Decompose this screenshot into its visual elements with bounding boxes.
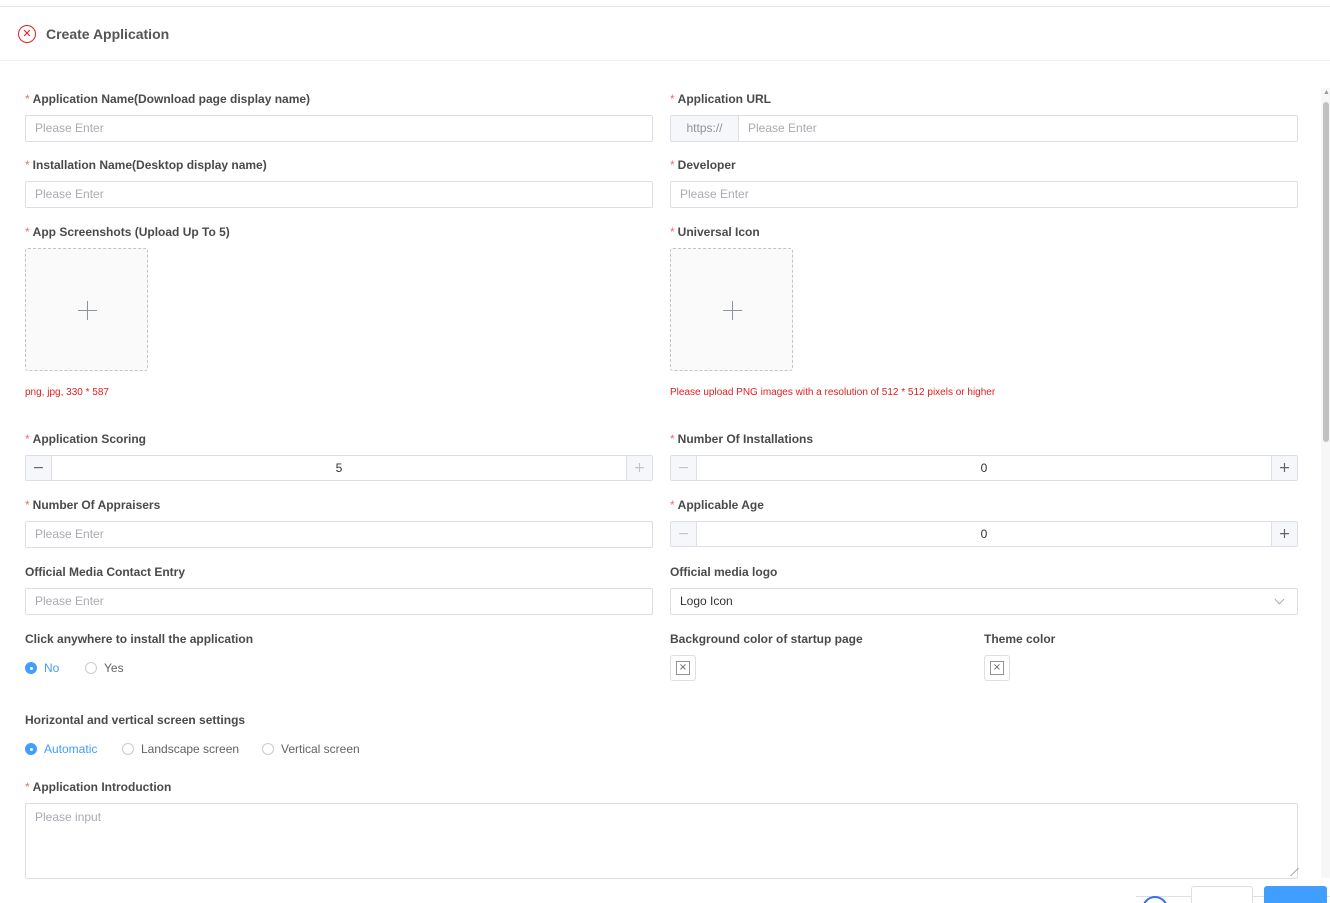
app-url-input[interactable]: Please Enter [738, 115, 1298, 142]
universal-icon-hint: Please upload PNG images with a resoluti… [670, 387, 996, 398]
url-prefix: https:// [670, 115, 738, 142]
developer-input[interactable]: Please Enter [670, 181, 1298, 208]
orientation-radio-vertical[interactable]: Vertical screen [262, 742, 360, 756]
introduction-textarea[interactable]: Please input [25, 803, 1299, 879]
scoring-label: * Application Scoring [25, 432, 147, 446]
introduction-label: * Application Introduction [25, 780, 172, 794]
universal-icon-label: * Universal Icon [670, 225, 760, 239]
dialog-header: ✕ Create Application [0, 7, 1330, 61]
scoring-increase-button[interactable]: + [626, 456, 652, 480]
media-contact-input[interactable]: Please Enter [25, 588, 653, 615]
app-url-label: * Application URL [670, 92, 771, 106]
chevron-down-icon [1274, 594, 1285, 605]
scoring-value[interactable]: 5 [52, 456, 626, 480]
confirm-button[interactable] [1264, 886, 1327, 903]
empty-color-icon: × [676, 661, 690, 675]
age-value[interactable]: 0 [697, 522, 1271, 546]
installations-label: * Number Of Installations [670, 432, 814, 446]
developer-label: * Developer [670, 158, 736, 172]
screenshots-hint: png, jpg, 330 * 587 [25, 387, 109, 398]
theme-color-label: Theme color [984, 632, 1056, 646]
radio-unchecked-icon [85, 662, 97, 674]
close-circle-icon[interactable]: ✕ [18, 25, 36, 43]
scoring-stepper[interactable]: − 5 + [25, 455, 653, 481]
age-label: * Applicable Age [670, 498, 764, 512]
app-name-label: * Application Name(Download page display … [25, 92, 311, 106]
age-increase-button[interactable]: + [1271, 522, 1297, 546]
radio-unchecked-icon [262, 743, 274, 755]
media-logo-label: Official media logo [670, 565, 778, 579]
scoring-decrease-button[interactable]: − [26, 456, 52, 480]
installations-decrease-button[interactable]: − [671, 456, 697, 480]
empty-color-icon: × [990, 661, 1004, 675]
installations-value[interactable]: 0 [697, 456, 1271, 480]
installations-stepper[interactable]: − 0 + [670, 455, 1298, 481]
installations-increase-button[interactable]: + [1271, 456, 1297, 480]
media-logo-select[interactable]: Logo Icon [670, 588, 1298, 615]
media-logo-value: Logo Icon [680, 594, 733, 608]
introduction-placeholder: Please input [35, 810, 102, 824]
appraisers-label: * Number Of Appraisers [25, 498, 161, 512]
install-name-input[interactable]: Please Enter [25, 181, 653, 208]
bg-color-label: Background color of startup page [670, 632, 863, 646]
radio-checked-icon [25, 743, 37, 755]
universal-icon-upload[interactable] [670, 248, 793, 371]
radio-unchecked-icon [122, 743, 134, 755]
screenshots-label: * App Screenshots (Upload Up To 5) [25, 225, 230, 239]
dialog-title: Create Application [46, 26, 170, 42]
orientation-label: Horizontal and vertical screen settings [25, 713, 246, 727]
install-name-label: * Installation Name(Desktop display name) [25, 158, 267, 172]
orientation-radio-landscape[interactable]: Landscape screen [122, 742, 239, 756]
app-name-input[interactable]: Please Enter [25, 115, 653, 142]
scrollbar-thumb[interactable] [1323, 102, 1329, 442]
age-stepper[interactable]: − 0 + [670, 521, 1298, 547]
theme-color-picker[interactable]: × [984, 655, 1010, 681]
appraisers-input[interactable]: Please Enter [25, 521, 653, 548]
cancel-button[interactable] [1191, 886, 1253, 903]
scroll-up-arrow-icon[interactable]: ▲ [1323, 89, 1330, 97]
age-decrease-button[interactable]: − [671, 522, 697, 546]
click-install-radio-yes[interactable]: Yes [85, 661, 124, 675]
click-install-label: Click anywhere to install the applicatio… [25, 632, 254, 646]
media-contact-label: Official Media Contact Entry [25, 565, 186, 579]
radio-checked-icon [25, 662, 37, 674]
bg-color-picker[interactable]: × [670, 655, 696, 681]
click-install-radio-no[interactable]: No [25, 661, 59, 675]
orientation-radio-automatic[interactable]: Automatic [25, 742, 97, 756]
screenshots-upload[interactable] [25, 248, 148, 371]
resize-handle-icon[interactable] [1283, 868, 1299, 876]
